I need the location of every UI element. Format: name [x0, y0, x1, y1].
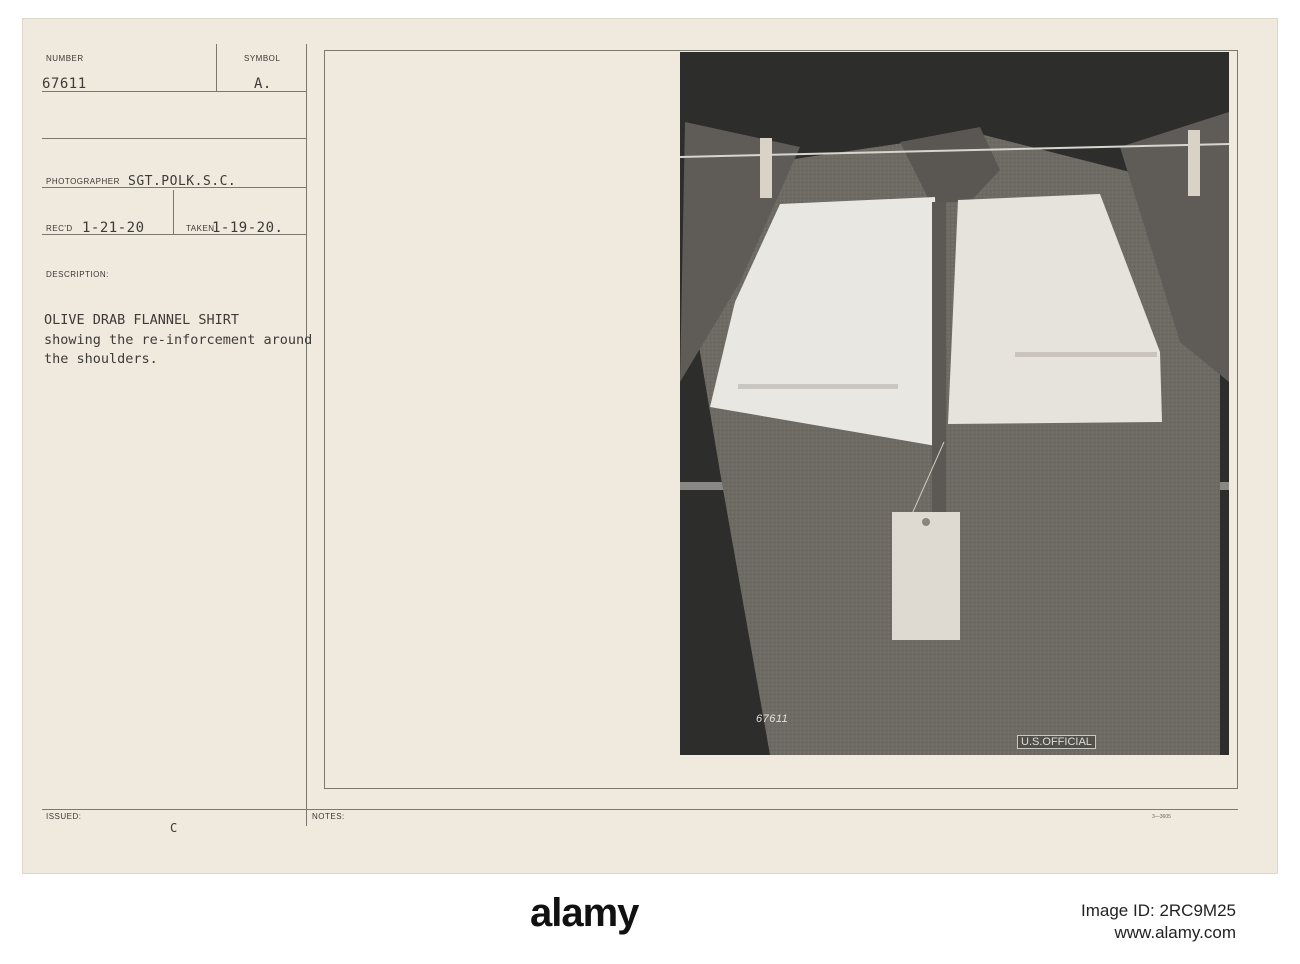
frame-left [324, 50, 325, 788]
image-id-label: Image ID: [1081, 901, 1155, 920]
recd-label: REC'D [46, 224, 73, 233]
negative-number: 67611 [756, 713, 789, 725]
description-line: showing the re-inforcement around [44, 332, 313, 348]
issued-label: ISSUED: [46, 812, 82, 821]
symbol-label: SYMBOL [244, 54, 281, 63]
rule [42, 138, 306, 139]
form-code: 3—3605 [1152, 814, 1171, 820]
rule [42, 91, 306, 92]
brand-logo: alamy [530, 891, 639, 935]
number-label: NUMBER [46, 54, 84, 63]
column-divider [306, 44, 307, 826]
frame-right [1237, 50, 1238, 788]
description-label: DESCRIPTION: [46, 270, 109, 279]
footer-strip: alamy Image ID: 2RC9M25 www.alamy.com [0, 876, 1300, 964]
taken-label: TAKEN [186, 224, 215, 233]
rule [42, 809, 1238, 810]
rule [42, 234, 306, 235]
divider [216, 44, 217, 92]
description-line: OLIVE DRAB FLANNEL SHIRT [44, 312, 240, 328]
divider [173, 190, 174, 234]
number-value: 67611 [42, 76, 87, 92]
official-stamp: U.S.OFFICIAL [1017, 735, 1096, 749]
issued-value: C [170, 821, 178, 835]
website: www.alamy.com [1114, 923, 1236, 942]
image-id: Image ID: 2RC9M25 [1081, 900, 1236, 922]
photographer-label: PHOTOGRAPHER [46, 177, 120, 186]
description-line: the shoulders. [44, 351, 158, 367]
photo-record-card: NUMBER 67611 SYMBOL A. PHOTOGRAPHER SGT.… [22, 18, 1278, 874]
rule [42, 187, 306, 188]
shirt-photograph: 67611 U.S.OFFICIAL [680, 52, 1229, 755]
symbol-value: A. [254, 76, 272, 92]
frame-bottom [324, 788, 1238, 789]
image-id-value: 2RC9M25 [1159, 901, 1236, 920]
frame-top [324, 50, 1238, 51]
notes-label: NOTES: [312, 812, 345, 821]
